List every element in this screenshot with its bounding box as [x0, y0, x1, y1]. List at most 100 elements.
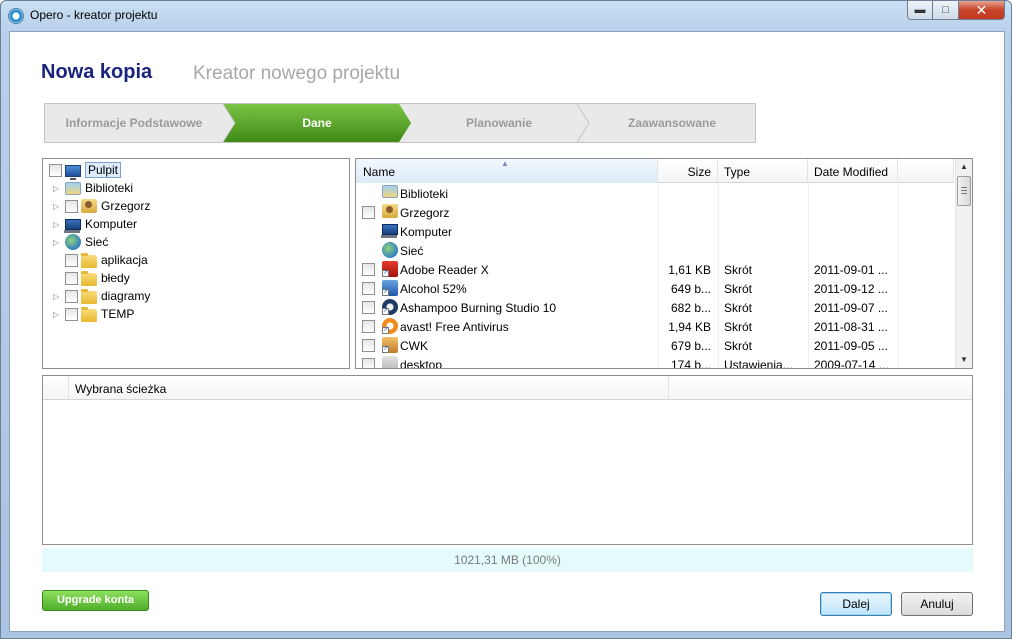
file-date: 2011-09-05 ... — [814, 339, 888, 353]
file-row-adobe-reader[interactable]: ↗ Adobe Reader X 1,61 KB Skrót 2011-09-0… — [356, 260, 954, 279]
folder-icon — [81, 306, 97, 322]
tree-item-pulpit[interactable]: Pulpit — [49, 161, 122, 180]
upgrade-account-button[interactable]: Upgrade konta — [42, 590, 149, 611]
tree-checkbox[interactable] — [49, 163, 62, 177]
selected-paths-list: Wybrana ścieżka — [42, 375, 973, 545]
tree-checkbox[interactable] — [65, 271, 78, 285]
libraries-icon — [65, 181, 81, 195]
expand-arrow-icon[interactable]: ▷ — [53, 202, 62, 211]
file-list-scrollbar[interactable]: ▲ ▼ — [955, 159, 972, 368]
file-date: 2011-09-07 ... — [814, 301, 888, 315]
tree-item-label: Biblioteki — [85, 181, 134, 195]
file-list: ▲ Name Size Type Date Modified Bibliotek… — [355, 158, 973, 369]
scroll-down-icon[interactable]: ▼ — [956, 352, 972, 368]
expand-arrow-icon[interactable]: ▷ — [53, 220, 62, 229]
tree-checkbox[interactable] — [65, 307, 78, 321]
expand-arrow-icon[interactable]: ▷ — [53, 310, 62, 319]
tree-item-bledy[interactable]: błedy — [65, 269, 130, 287]
settings-file-icon — [382, 356, 398, 368]
tree-item-label: Sieć — [85, 235, 109, 249]
file-name: Komputer — [400, 225, 453, 239]
folder-icon — [81, 288, 97, 304]
column-header-type[interactable]: Type — [718, 159, 808, 183]
file-row-avast[interactable]: ↗ avast! Free Antivirus 1,94 KB Skrót 20… — [356, 317, 954, 336]
desktop-icon — [65, 164, 81, 180]
tree-item-label: aplikacja — [101, 253, 148, 267]
file-date: 2009-07-14 ... — [814, 358, 889, 369]
file-row-biblioteki[interactable]: Biblioteki — [356, 184, 954, 203]
file-size: 682 b... — [670, 301, 711, 315]
computer-icon — [64, 219, 81, 233]
close-button[interactable]: ✕ — [959, 1, 1005, 20]
file-size: 174 b... — [670, 358, 711, 369]
file-list-header: ▲ Name Size Type Date Modified — [356, 159, 954, 183]
file-row-alcohol[interactable]: ↗ Alcohol 52% 649 b... Skrót 2011-09-12 … — [356, 279, 954, 298]
file-row-cwk[interactable]: ↗ CWK 679 b... Skrót 2011-09-05 ... — [356, 336, 954, 355]
file-size: 649 b... — [670, 282, 711, 296]
maximize-icon: □ — [942, 4, 949, 16]
file-checkbox[interactable] — [362, 263, 375, 276]
file-checkbox[interactable] — [362, 320, 375, 333]
cancel-button[interactable]: Anuluj — [901, 592, 973, 616]
tree-checkbox[interactable] — [65, 289, 78, 303]
column-header-name[interactable]: ▲ Name — [356, 159, 658, 183]
tree-item-komputer[interactable]: ▷ Komputer — [53, 215, 137, 233]
column-header-selected-path[interactable]: Wybrana ścieżka — [69, 376, 669, 400]
tree-item-aplikacja[interactable]: aplikacja — [65, 251, 148, 269]
tree-item-label: Grzegorz — [101, 199, 151, 213]
tree-item-diagramy[interactable]: ▷ diagramy — [53, 287, 150, 305]
file-row-desktop[interactable]: desktop 174 b... Ustawienia... 2009-07-1… — [356, 355, 954, 369]
file-type: Skrót — [724, 301, 753, 315]
tree-item-biblioteki[interactable]: ▷ Biblioteki — [53, 179, 133, 197]
file-type: Ustawienia... — [724, 358, 793, 369]
minimize-button[interactable]: ▬ — [907, 1, 933, 20]
expand-arrow-icon[interactable]: ▷ — [53, 184, 62, 193]
column-header-size[interactable]: Size — [658, 159, 718, 183]
file-row-komputer[interactable]: Komputer — [356, 222, 954, 241]
tree-item-siec[interactable]: ▷ Sieć — [53, 233, 108, 251]
column-header-filler — [898, 159, 954, 183]
wizard-step-advanced[interactable]: Zaawansowane — [587, 104, 757, 142]
tree-checkbox[interactable] — [65, 199, 78, 213]
file-name: desktop — [400, 358, 443, 369]
cwk-icon: ↗ — [382, 337, 398, 353]
file-row-ashampoo[interactable]: ↗ Ashampoo Burning Studio 10 682 b... Sk… — [356, 298, 954, 317]
file-type: Skrót — [724, 339, 753, 353]
expand-arrow-icon[interactable]: ▷ — [53, 292, 62, 301]
scrollbar-thumb[interactable] — [957, 176, 971, 206]
network-icon — [382, 242, 398, 258]
total-size-bar: 1021,31 MB (100%) — [42, 548, 973, 572]
computer-icon — [381, 224, 398, 238]
next-button[interactable]: Dalej — [820, 592, 892, 616]
tree-checkbox[interactable] — [65, 253, 78, 267]
tree-item-grzegorz[interactable]: ▷ Grzegorz — [53, 197, 150, 215]
wizard-step-basic-info[interactable]: Informacje Podstawowe — [45, 104, 223, 142]
file-checkbox[interactable] — [362, 301, 375, 314]
avast-icon: ↗ — [382, 318, 398, 334]
title-bar[interactable]: Opero - kreator projektu ▬ □ ✕ — [1, 1, 1011, 31]
scroll-up-icon[interactable]: ▲ — [956, 159, 972, 175]
file-name: CWK — [400, 339, 428, 353]
file-checkbox[interactable] — [362, 358, 375, 368]
file-checkbox[interactable] — [362, 339, 375, 352]
maximize-button[interactable]: □ — [933, 1, 959, 20]
folder-tree: Pulpit ▷ Biblioteki ▷ Grzegorz ▷ Kompute… — [42, 158, 350, 369]
tree-item-label: Komputer — [85, 217, 138, 231]
page-title: Nowa kopia — [41, 61, 153, 83]
alcohol-icon: ↗ — [382, 280, 398, 296]
tree-item-temp[interactable]: ▷ TEMP — [53, 305, 134, 323]
file-name: avast! Free Antivirus — [400, 320, 509, 334]
file-row-grzegorz[interactable]: Grzegorz — [356, 203, 954, 222]
file-row-siec[interactable]: Sieć — [356, 241, 954, 260]
file-date: 2011-08-31 ... — [814, 320, 888, 334]
wizard-step-data[interactable]: Dane — [223, 104, 411, 142]
file-checkbox[interactable] — [362, 282, 375, 295]
tree-item-label: TEMP — [101, 307, 135, 321]
column-header-date[interactable]: Date Modified — [808, 159, 898, 183]
file-name: Adobe Reader X — [400, 263, 489, 277]
expand-arrow-icon[interactable]: ▷ — [53, 238, 62, 247]
wizard-step-planning[interactable]: Planowanie — [411, 104, 587, 142]
file-name: Sieć — [400, 244, 424, 258]
file-checkbox[interactable] — [362, 206, 375, 219]
user-folder-icon — [382, 204, 398, 218]
